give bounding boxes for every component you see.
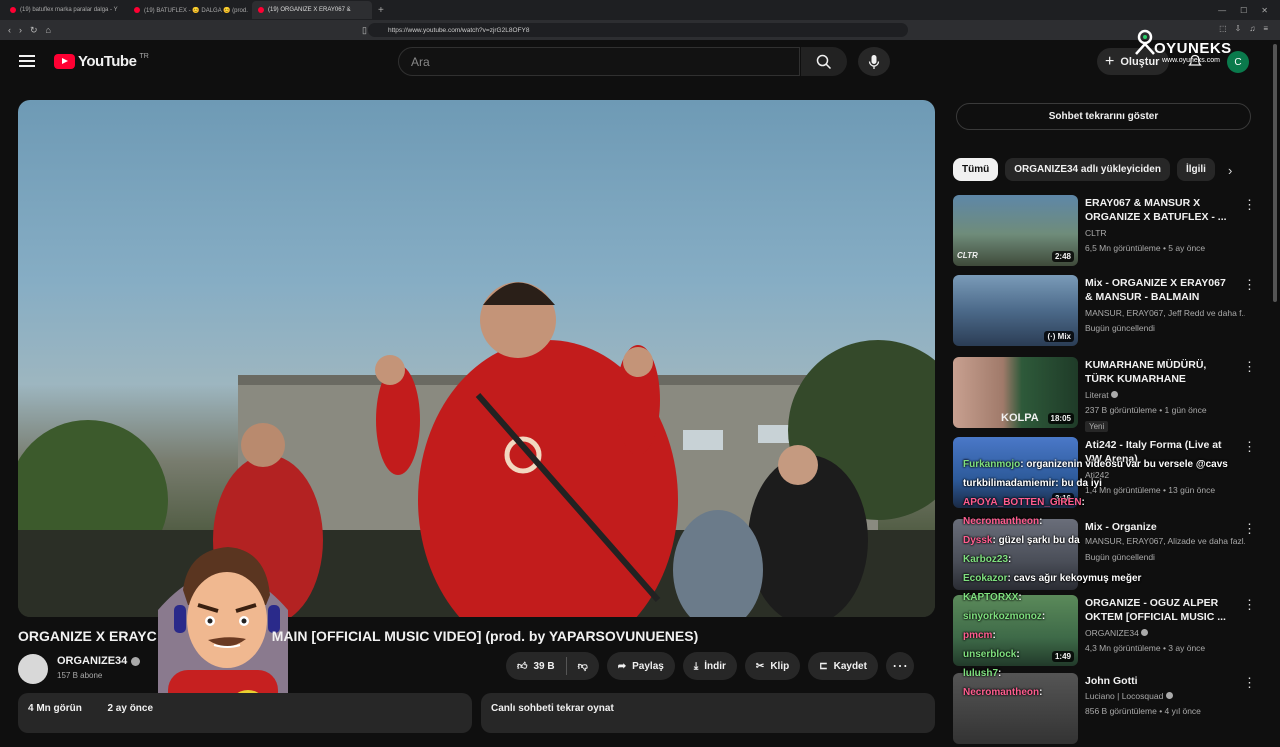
menu-icon[interactable]: ≡ <box>1263 24 1268 33</box>
video-thumbnail[interactable] <box>953 673 1078 744</box>
browser-tab-bar: (19) batuflex marka paralar dalga - Y (1… <box>0 0 1280 20</box>
chat-message: Dyssk: güzel şarkı bu da <box>963 535 1080 546</box>
chip-from-uploader[interactable]: ORGANIZE34 adlı yükleyiciden <box>1005 158 1170 181</box>
verified-icon <box>1141 629 1149 636</box>
chat-message: KAPTORXX: <box>963 592 1022 603</box>
more-vertical-icon[interactable]: ⋮ <box>1243 521 1256 537</box>
more-vertical-icon[interactable]: ⋮ <box>1243 597 1256 613</box>
minimize-icon[interactable]: — <box>1218 6 1226 15</box>
subscriber-count: 157 B abone <box>57 671 103 680</box>
chip-all[interactable]: Tümü <box>953 158 999 181</box>
more-vertical-icon[interactable]: ⋮ <box>1243 675 1256 691</box>
back-icon[interactable]: ‹ <box>8 25 11 35</box>
youtube-logo[interactable]: YouTube TR <box>54 53 149 70</box>
home-icon[interactable]: ⌂ <box>46 25 51 35</box>
like-button[interactable]: 👍︎ 39 B <box>506 652 566 680</box>
url-field[interactable]: https://www.youtube.com/watch?v=zjrG2L8O… <box>368 23 908 37</box>
rec-channel: ORGANIZE34 <box>1085 628 1245 638</box>
browser-address-bar: ‹ › ↻ ⌂ ▯ https://www.youtube.com/watch?… <box>0 20 1280 40</box>
download-button[interactable]: ⤓ İndir <box>682 652 737 680</box>
maximize-icon[interactable]: ☐ <box>1240 6 1247 15</box>
chat-message: pmcm: <box>963 630 996 641</box>
reload-icon[interactable]: ↻ <box>30 25 38 36</box>
plus-icon: + <box>1105 52 1115 70</box>
youtube-favicon-icon <box>134 7 140 13</box>
page-scrollbar[interactable] <box>1273 44 1277 302</box>
bookmark-icon: ⊏ <box>819 660 828 672</box>
browser-tab-1[interactable]: (19) batuflex marka paralar dalga - Y <box>4 1 124 19</box>
clip-button[interactable]: ✂ Klip <box>744 652 801 680</box>
dislike-button[interactable]: 👎︎ <box>567 652 599 680</box>
menu-icon[interactable] <box>19 55 35 67</box>
thumbs-down-icon: 👎︎ <box>577 661 588 672</box>
rec-channel: Literat <box>1085 390 1245 400</box>
save-button[interactable]: ⊏ Kaydet <box>808 652 878 680</box>
recommendation-item[interactable]: CLTR 2:48 ERAY067 & MANSUR X ORGANIZE X … <box>953 195 1258 269</box>
recommendation-item[interactable]: KOLPA 18:05 KUMARHANE MÜDÜRÜ, TÜRK KUMAR… <box>953 357 1258 432</box>
chat-message: unserblock: <box>963 649 1020 660</box>
chat-message: turkbilimadamiemir: bu da iyi <box>963 478 1102 489</box>
share-arrow-icon: ➦ <box>617 660 627 672</box>
chevron-right-icon[interactable]: › <box>1228 163 1232 178</box>
recommendation-item[interactable]: (·) Mix Mix - ORGANIZE X ERAY067 & MANSU… <box>953 275 1258 349</box>
youtube-header: YouTube TR Ara + Oluştur C <box>0 40 1280 84</box>
scissors-icon: ✂ <box>755 660 765 672</box>
chat-message: APOYA_BOTTEN_GIREN: <box>963 497 1085 508</box>
chat-message: sinyorkozmonoz: <box>963 611 1046 622</box>
search-icon <box>816 54 832 69</box>
music-icon[interactable]: ♫ <box>1249 24 1255 33</box>
voice-search-button[interactable] <box>858 47 890 76</box>
more-actions-button[interactable]: ⋯ <box>885 652 914 680</box>
video-actions: 👍︎ 39 B 👎︎ ➦ Paylaş ⤓ İndir ✂ Klip ⊏ Kay… <box>506 652 914 680</box>
browser-tab-2[interactable]: (19) BATUFLEX - 😊 DALGA 😊 (prod. <box>128 1 248 19</box>
video-thumbnail[interactable]: CLTR 2:48 <box>953 195 1078 266</box>
channel-name[interactable]: ORGANIZE34 <box>57 655 141 667</box>
bookmark-icon[interactable]: ▯ <box>362 25 367 36</box>
search-input[interactable]: Ara <box>398 47 800 76</box>
verified-icon <box>1111 391 1118 398</box>
rec-channel: Luciano | Locosquad <box>1085 691 1245 701</box>
youtube-favicon-icon <box>10 7 16 13</box>
chat-message: Ecokazor: cavs ağır kekoymuş meğer <box>963 573 1142 584</box>
more-vertical-icon[interactable]: ⋮ <box>1243 439 1256 455</box>
share-button[interactable]: ➦ Paylaş <box>606 652 675 680</box>
like-dislike-group: 👍︎ 39 B 👎︎ <box>506 652 599 680</box>
verified-icon <box>131 656 141 666</box>
chat-message: Karboz23: <box>963 554 1012 565</box>
search-button[interactable] <box>801 47 847 76</box>
video-thumbnail[interactable]: KOLPA 18:05 <box>953 357 1078 428</box>
more-horizontal-icon: ⋯ <box>891 658 908 675</box>
description-box[interactable]: 4 Mn görün 2 ay önce <box>18 693 472 733</box>
channel-avatar[interactable] <box>18 654 48 684</box>
close-window-icon[interactable]: ✕ <box>1261 6 1268 15</box>
oyuneks-watermark: OYUNEKS www.oyuneks.com <box>1132 28 1244 70</box>
show-chat-replay-button[interactable]: Sohbet tekrarını göster <box>956 103 1251 130</box>
chat-message: lulush7: <box>963 668 1002 679</box>
more-vertical-icon[interactable]: ⋮ <box>1243 197 1256 213</box>
thumbs-up-icon: 👍︎ <box>517 661 528 672</box>
chat-message: Furkanmojo: organizenin videosu var bu v… <box>963 459 1228 470</box>
video-title: ORGANIZE X ERAYC MAIN [OFFICIAL MUSIC VID… <box>18 628 699 644</box>
chat-replay-box[interactable]: Canlı sohbeti tekrar oynat <box>481 693 935 733</box>
download-icon: ⤓ <box>693 660 699 672</box>
browser-tab-3[interactable]: (19) ORGANIZE X ERAY067 & <box>252 1 372 19</box>
chat-message: Necromantheon: <box>963 516 1043 527</box>
video-thumbnail[interactable]: (·) Mix <box>953 275 1078 346</box>
youtube-play-logo-icon <box>54 54 75 69</box>
filter-chips: Tümü ORGANIZE34 adlı yükleyiciden İlgili <box>953 158 1215 181</box>
microphone-icon <box>868 54 880 69</box>
forward-icon[interactable]: › <box>19 25 22 35</box>
more-vertical-icon[interactable]: ⋮ <box>1243 359 1256 375</box>
window-controls: — ☐ ✕ <box>1218 6 1280 15</box>
new-tab-icon[interactable]: + <box>378 5 384 16</box>
chip-related[interactable]: İlgili <box>1176 158 1215 181</box>
youtube-favicon-icon <box>258 7 264 13</box>
chat-message: Necromantheon: <box>963 687 1043 698</box>
channel-row: ORGANIZE34 157 B abone 👍︎ 39 B 👎︎ ➦ Payl… <box>18 652 935 686</box>
recommendation-item[interactable]: John Gotti Luciano | Locosquad 856 B gör… <box>953 673 1258 747</box>
verified-icon <box>1165 692 1173 699</box>
more-vertical-icon[interactable]: ⋮ <box>1243 277 1256 293</box>
